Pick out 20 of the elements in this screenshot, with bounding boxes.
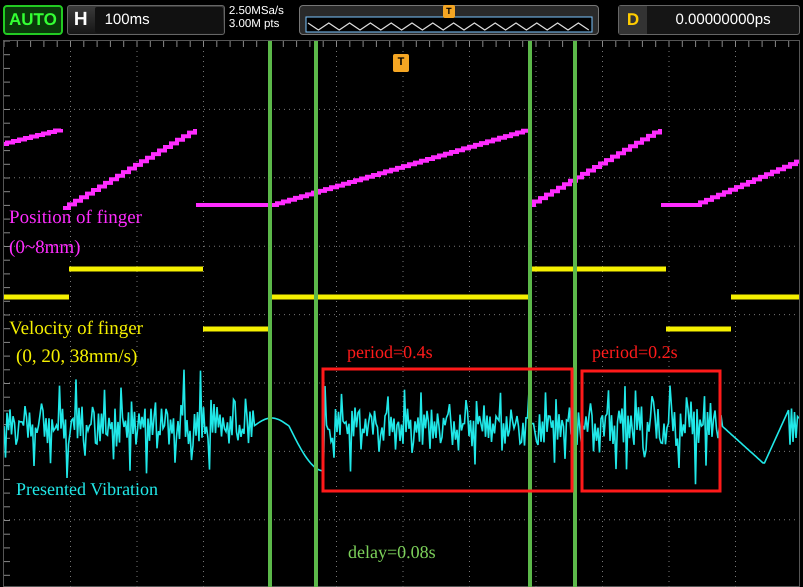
annotation-label: Presented Vibration — [16, 479, 158, 501]
trigger-marker: T — [442, 5, 455, 18]
annotation-label: delay=0.08s — [348, 542, 436, 564]
trigger-marker: T — [393, 54, 409, 72]
timebase-value: 100ms — [94, 7, 223, 33]
delay-box[interactable]: D 0.00000000ps — [618, 5, 800, 35]
auto-button[interactable]: AUTO — [3, 5, 63, 35]
sample-rate: 2.50MSa/s — [228, 5, 285, 18]
timebase-label: H — [72, 8, 89, 32]
annotation-label: Velocity of finger — [9, 318, 144, 341]
delay-value: 0.00000000ps — [674, 10, 772, 30]
annotation-label: period=0.2s — [592, 342, 678, 364]
annotation-label: (0~8mm) — [9, 237, 80, 260]
annotation-label: Position of finger — [9, 207, 142, 230]
annotation-label: period=0.4s — [347, 342, 433, 364]
timebase-box[interactable]: H 100ms — [66, 5, 225, 35]
annotation-label: (0, 20, 38mm/s) — [16, 346, 138, 369]
waveform-overview[interactable]: T — [298, 5, 599, 35]
delay-label: D — [618, 6, 648, 34]
memory-depth: 3.00M pts — [228, 18, 280, 31]
